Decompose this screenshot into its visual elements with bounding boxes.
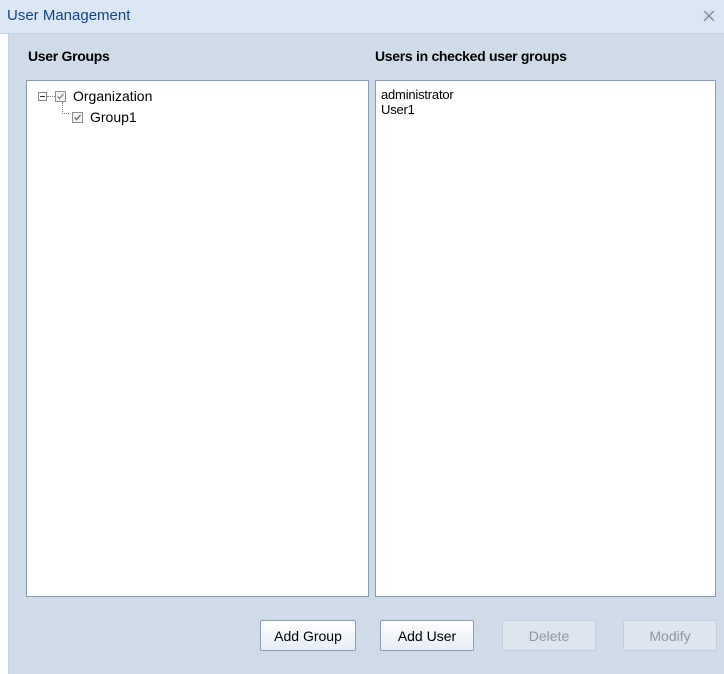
window-title: User Management (7, 7, 131, 24)
delete-button[interactable]: Delete (502, 620, 596, 651)
tree-node-group1[interactable]: Group1 (72, 108, 137, 126)
users-list[interactable]: administrator User1 (375, 80, 716, 597)
user-management-window: User Management User Groups Organization (0, 0, 724, 674)
tree-node-label: Group1 (90, 109, 137, 125)
tree-node-organization[interactable]: Organization (38, 87, 152, 105)
organization-checkbox[interactable] (55, 90, 66, 102)
tree-connector (47, 95, 55, 97)
close-icon[interactable] (702, 9, 716, 23)
group1-checkbox[interactable] (72, 111, 83, 123)
modify-button[interactable]: Modify (623, 620, 717, 651)
list-item[interactable]: User1 (381, 102, 415, 117)
add-user-button[interactable]: Add User (380, 620, 474, 651)
users-heading: Users in checked user groups (375, 48, 567, 64)
user-groups-tree[interactable]: Organization Group1 (26, 80, 369, 597)
user-groups-heading: User Groups (28, 48, 110, 64)
tree-node-label: Organization (73, 88, 153, 104)
tree-connector (62, 102, 69, 114)
collapse-icon[interactable] (38, 91, 47, 101)
add-group-button[interactable]: Add Group (260, 620, 356, 651)
title-bar: User Management (0, 0, 724, 34)
dialog-body: User Groups Organization Group1 Users in… (8, 34, 724, 674)
list-item[interactable]: administrator (381, 87, 454, 102)
